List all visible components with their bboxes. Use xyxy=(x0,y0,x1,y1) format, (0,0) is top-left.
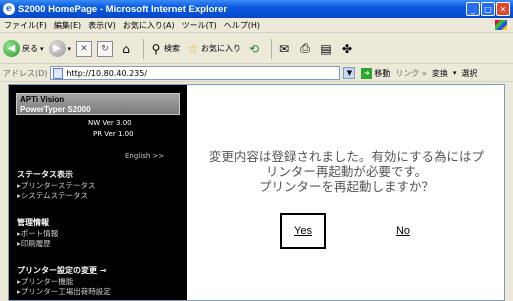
toolbar-separator xyxy=(143,38,145,59)
message-line-2: リンター再起動が必要です。 xyxy=(265,164,428,179)
product-header: APTi Vision PowerTyper S2000 xyxy=(16,93,180,115)
go-arrow-icon[interactable]: ➜ xyxy=(361,67,373,79)
product-model: PowerTyper S2000 xyxy=(20,105,91,114)
home-icon: ⌂ xyxy=(122,41,130,56)
search-icon: ⚲ xyxy=(151,41,161,56)
forward-arrow-icon: ▶ xyxy=(48,40,66,57)
product-brand: APTi Vision xyxy=(20,95,65,104)
window-title: S2000 HomePage - Microsoft Internet Expl… xyxy=(18,3,228,15)
key-icon: ⊸ xyxy=(100,266,107,275)
menu-help[interactable]: ヘルプ(H) xyxy=(224,20,260,31)
page-content: APTi Vision PowerTyper S2000 NW Ver 3.00… xyxy=(8,84,505,301)
edit-icon: ▤ xyxy=(320,41,332,56)
section-title-printer-settings-label: プリンター設定の変更 xyxy=(17,266,97,275)
go-button[interactable]: 移動 xyxy=(374,68,390,79)
no-button[interactable]: No xyxy=(383,213,423,249)
links-button[interactable]: リンク » xyxy=(395,68,426,79)
minimize-button[interactable]: _ xyxy=(466,2,480,16)
address-dropdown-icon[interactable]: ▼ xyxy=(343,67,356,79)
messenger-icon: ✤ xyxy=(342,41,353,56)
forward-dropdown-icon: ▾ xyxy=(67,44,72,53)
section-title-status: ステータス表示 xyxy=(17,170,73,179)
favorites-button[interactable]: ☆ お気に入り xyxy=(185,41,241,57)
stop-icon: ✕ xyxy=(76,40,93,57)
ie-logo-icon: e xyxy=(3,3,15,15)
menu-bar: ファイル(F) 編集(E) 表示(V) お気に入り(A) ツール(T) ヘルプ(… xyxy=(0,18,513,33)
address-bar: アドレス(D) http://10.80.40.235/ ▼ ➜ 移動 リンク … xyxy=(0,65,513,82)
restart-message: 変更内容は登録されました。有効にする為にはプ リンター再起動が必要です。 プリン… xyxy=(187,149,504,194)
home-button[interactable]: ⌂ xyxy=(118,41,134,57)
address-input[interactable]: http://10.80.40.235/ xyxy=(50,66,341,80)
refresh-icon: ↻ xyxy=(97,40,114,57)
title-bar: e S2000 HomePage - Microsoft Internet Ex… xyxy=(0,0,513,18)
address-label: アドレス(D) xyxy=(3,68,48,78)
menu-view[interactable]: 表示(V) xyxy=(88,20,116,31)
yes-button[interactable]: Yes xyxy=(280,213,326,249)
messenger-button[interactable]: ✤ xyxy=(339,41,355,57)
sidebar: APTi Vision PowerTyper S2000 NW Ver 3.00… xyxy=(9,85,187,300)
windows-flag-icon xyxy=(495,20,507,30)
maximize-button[interactable]: □ xyxy=(481,2,495,16)
translate-button[interactable]: 変換 xyxy=(432,68,448,79)
sidebar-item-factory-defaults[interactable]: ▸プリンター工場出荷時設定 xyxy=(17,286,111,297)
favorites-label: お気に入り xyxy=(201,44,242,53)
mail-icon: ✉ xyxy=(279,41,290,56)
back-button[interactable]: ◀ 戻る ▾ xyxy=(3,40,44,57)
mail-button[interactable]: ✉ xyxy=(276,41,292,57)
section-title-printer-settings: プリンター設定の変更 ⊸ xyxy=(17,265,107,276)
english-link[interactable]: English >> xyxy=(125,152,164,160)
print-button[interactable]: ⎙ xyxy=(297,41,313,57)
edit-button[interactable]: ▤ xyxy=(318,41,334,57)
refresh-button[interactable]: ↻ xyxy=(97,40,114,57)
history-icon: ⟲ xyxy=(249,41,260,56)
pr-version: PR Ver 1.00 xyxy=(93,130,134,138)
page-icon xyxy=(53,67,64,79)
search-button[interactable]: ⚲ 検索 xyxy=(148,41,180,57)
address-url: http://10.80.40.235/ xyxy=(66,68,148,78)
back-dropdown-icon: ▾ xyxy=(40,44,44,53)
toolbar: ◀ 戻る ▾ ▶ ▾ ✕ ↻ ⌂ ⚲ 検索 ☆ お気に入り ⟲ ✉ ⎙ ▤ ✤ xyxy=(0,34,513,64)
print-icon: ⎙ xyxy=(300,41,310,55)
window-controls: _ □ ✕ xyxy=(466,2,510,16)
close-button[interactable]: ✕ xyxy=(496,2,510,16)
menu-tools[interactable]: ツール(T) xyxy=(182,20,217,31)
sidebar-item-print-history[interactable]: ▸印刷履歴 xyxy=(17,238,51,249)
nw-version: NW Ver 3.00 xyxy=(88,119,132,127)
message-line-3: プリンターを再起動しますか？ xyxy=(258,179,434,194)
toolbar-separator xyxy=(271,38,273,59)
menu-edit[interactable]: 編集(E) xyxy=(54,20,81,31)
star-icon: ☆ xyxy=(187,41,199,56)
sidebar-item-system-status[interactable]: ▸システムステータス xyxy=(17,190,88,201)
message-line-1: 変更内容は登録されました。有効にする為にはプ xyxy=(208,149,485,164)
back-label: 戻る xyxy=(22,44,38,53)
select-button[interactable]: 選択 xyxy=(461,68,477,79)
translate-dropdown-icon[interactable]: ▾ xyxy=(453,69,457,77)
menu-file[interactable]: ファイル(F) xyxy=(4,20,47,31)
search-label: 検索 xyxy=(164,44,181,53)
stop-button[interactable]: ✕ xyxy=(76,40,93,57)
menu-favorites[interactable]: お気に入り(A) xyxy=(123,20,175,31)
history-button[interactable]: ⟲ xyxy=(246,41,262,57)
section-title-management: 管理情報 xyxy=(17,218,49,227)
forward-button[interactable]: ▶ ▾ xyxy=(48,40,72,57)
back-arrow-icon: ◀ xyxy=(3,40,20,57)
main-panel: 変更内容は登録されました。有効にする為にはプ リンター再起動が必要です。 プリン… xyxy=(187,85,504,300)
